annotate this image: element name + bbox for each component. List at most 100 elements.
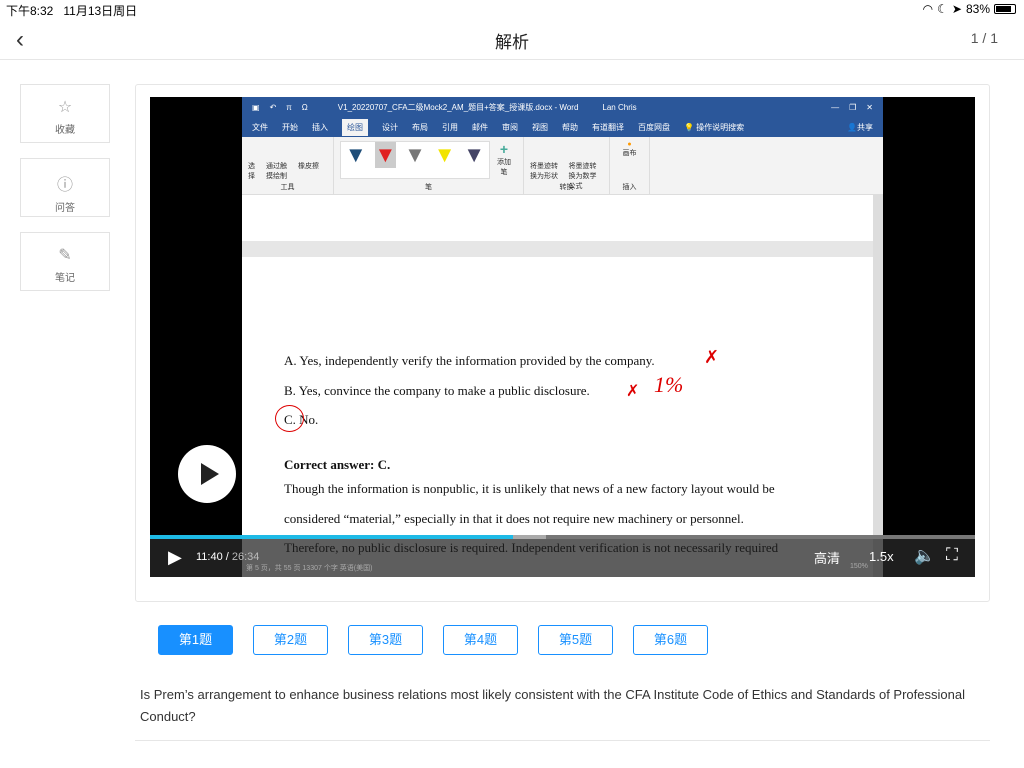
option-b: B. Yes, convince the company to make a p…: [284, 383, 590, 398]
omega-icon: Ω: [301, 102, 308, 112]
tab-home[interactable]: 开始: [282, 122, 298, 133]
canvas-icon: ●: [627, 141, 632, 148]
question-tab-5[interactable]: 第5题: [538, 625, 613, 655]
explanation-line: Therefore, no public disclosure is requi…: [284, 540, 779, 555]
question-tab-3[interactable]: 第3题: [348, 625, 423, 655]
ribbon-tabs: 文件 开始 插入 绘图 设计 布局 引用 邮件 审阅 视图 帮助 有道翻译 百度网盘 💡 操作说明搜索 👤…: [242, 117, 883, 137]
question-tab-4[interactable]: 第4题: [443, 625, 518, 655]
pen-blue[interactable]: ▼: [345, 142, 367, 168]
tab-baidu[interactable]: 百度网盘: [638, 122, 670, 133]
word-statusbar: 第 5 页，共 55 页 13307 个字 英语(美国): [246, 565, 373, 572]
tab-design[interactable]: 设计: [382, 122, 398, 133]
favorite-label: 收藏: [55, 125, 75, 136]
tab-insert[interactable]: 插入: [312, 122, 328, 133]
battery-percent: 83%: [965, 2, 990, 16]
speed-button[interactable]: 1.5x: [869, 549, 894, 564]
qa-label: 问答: [55, 203, 75, 214]
tools-group: 选择 通过触摸绘制 橡皮擦 工具: [242, 137, 334, 194]
page-indicator: 1 / 1: [970, 30, 998, 46]
tab-youdao[interactable]: 有道翻译: [592, 122, 624, 133]
battery-icon: [994, 4, 1016, 14]
share-button[interactable]: 👤共享: [847, 122, 873, 133]
convert-group: 将墨迹转换为形状 将墨迹转换为数学公式 转换: [524, 137, 610, 194]
share-label: 共享: [857, 122, 873, 132]
convert-group-label: 转换: [559, 184, 574, 191]
current-time: 11:40: [196, 551, 223, 563]
document-title: V1_20220707_CFA二级Mock2_AM_题目+答案_授课版.docx…: [337, 102, 579, 112]
ink-circle: [275, 405, 304, 432]
explanation-line: considered “material,” especially in tha…: [284, 511, 744, 526]
pen-gray[interactable]: ▼: [404, 142, 426, 168]
tab-view[interactable]: 视图: [532, 122, 548, 133]
insert-group: ● 画布 插入: [610, 137, 650, 194]
undo-icon: ↶: [269, 102, 277, 112]
date: 11月13日周日: [63, 4, 138, 18]
pen-galaxy[interactable]: ▼: [463, 142, 485, 168]
tab-layout[interactable]: 布局: [412, 122, 428, 133]
question-tab-1[interactable]: 第1题: [158, 625, 233, 655]
ink-x-mark: ✗: [704, 347, 720, 367]
question-tab-6[interactable]: 第6题: [633, 625, 708, 655]
moon-icon: ☾: [937, 2, 948, 16]
word-zoom: 150%: [850, 563, 868, 570]
pi-icon: π: [286, 102, 292, 112]
notes-label: 笔记: [55, 273, 75, 284]
tab-references[interactable]: 引用: [442, 122, 458, 133]
video-player[interactable]: ▣ ↶ π Ω V1_20220707_CFA二级Mock2_AM_题目+答案_授课版…: [150, 97, 975, 577]
divider: [135, 740, 990, 741]
document-scrollbar[interactable]: [873, 195, 883, 577]
status-bar: 下午8:32 11月13日周日 ◠ ☾ ➤ 83%: [0, 0, 1024, 18]
volume-icon[interactable]: 🔈: [914, 546, 935, 566]
quality-button[interactable]: 高清: [814, 548, 840, 567]
option-a: A. Yes, independently verify the informa…: [284, 353, 655, 368]
close-icon[interactable]: ✕: [866, 103, 873, 112]
add-pen-label: 添加笔: [497, 159, 511, 176]
draw-ribbon: 选择 通过触摸绘制 橡皮擦 工具 ▼ ▼ ▼ ▼ ▼ + 添加笔 笔 将墨迹转换为形状 将…: [242, 137, 883, 195]
tab-file[interactable]: 文件: [252, 122, 268, 133]
question-tab-2[interactable]: 第2题: [253, 625, 328, 655]
user-name: Lan Chris: [602, 102, 637, 112]
word-titlebar: ▣ ↶ π Ω V1_20220707_CFA二级Mock2_AM_题目+答案_授课版…: [242, 97, 883, 117]
add-pen-button[interactable]: + 添加笔: [494, 141, 514, 177]
question-text: Is Prem’s arrangement to enhance busines…: [140, 687, 965, 724]
pen-red[interactable]: ▼: [374, 142, 397, 168]
tools-group-label: 工具: [280, 184, 295, 191]
insert-group-label: 插入: [622, 184, 637, 191]
save-icon: ▣: [252, 102, 260, 112]
pens-group-label: 笔: [425, 184, 432, 191]
canvas-button[interactable]: 画布: [623, 150, 637, 157]
star-icon: ☆: [57, 99, 73, 116]
tab-draw[interactable]: 绘图: [342, 118, 368, 136]
correct-answer: Correct answer: C.: [284, 457, 391, 472]
highlighter-yellow[interactable]: ▼: [434, 142, 456, 168]
tell-me-label: 操作说明搜索: [696, 122, 745, 132]
tab-help[interactable]: 帮助: [562, 122, 578, 133]
favorite-button[interactable]: ☆ 收藏: [20, 84, 110, 143]
pens-group: ▼ ▼ ▼ ▼ ▼ + 添加笔 笔: [334, 137, 524, 194]
wifi-icon: ◠: [922, 2, 934, 16]
ink-annotation: 1%: [654, 372, 684, 397]
tab-review[interactable]: 审阅: [502, 122, 518, 133]
explanation-line: Though the information is nonpublic, it …: [284, 481, 775, 496]
played-bar: [150, 535, 513, 539]
fullscreen-icon[interactable]: ⛶: [946, 545, 958, 565]
location-icon: ➤: [951, 2, 962, 16]
play-button-large[interactable]: [178, 445, 236, 503]
total-time: 26:34: [231, 551, 260, 563]
tab-mailings[interactable]: 邮件: [472, 122, 488, 133]
nav-bar: ‹ 解析 1 / 1: [0, 18, 1024, 60]
qa-button[interactable]: ⓘ 问答: [20, 158, 110, 217]
document-page: A. Yes, independently verify the informa…: [242, 257, 873, 577]
tell-me-search[interactable]: 💡 操作说明搜索: [684, 122, 744, 133]
question-icon: ⓘ: [56, 177, 73, 194]
minimize-icon[interactable]: —: [831, 103, 839, 112]
notes-button[interactable]: ✎ 笔记: [20, 232, 110, 291]
page-title: 解析: [495, 33, 529, 52]
progress-bar[interactable]: [150, 535, 975, 539]
word-window: ▣ ↶ π Ω V1_20220707_CFA二级Mock2_AM_题目+答案_授课版…: [242, 97, 883, 577]
document-page-top: [242, 195, 873, 241]
restore-icon[interactable]: ❐: [849, 103, 856, 112]
ink-x-mark: ✗: [626, 383, 640, 400]
play-icon[interactable]: ▶: [168, 547, 182, 568]
plus-icon: +: [499, 141, 509, 157]
